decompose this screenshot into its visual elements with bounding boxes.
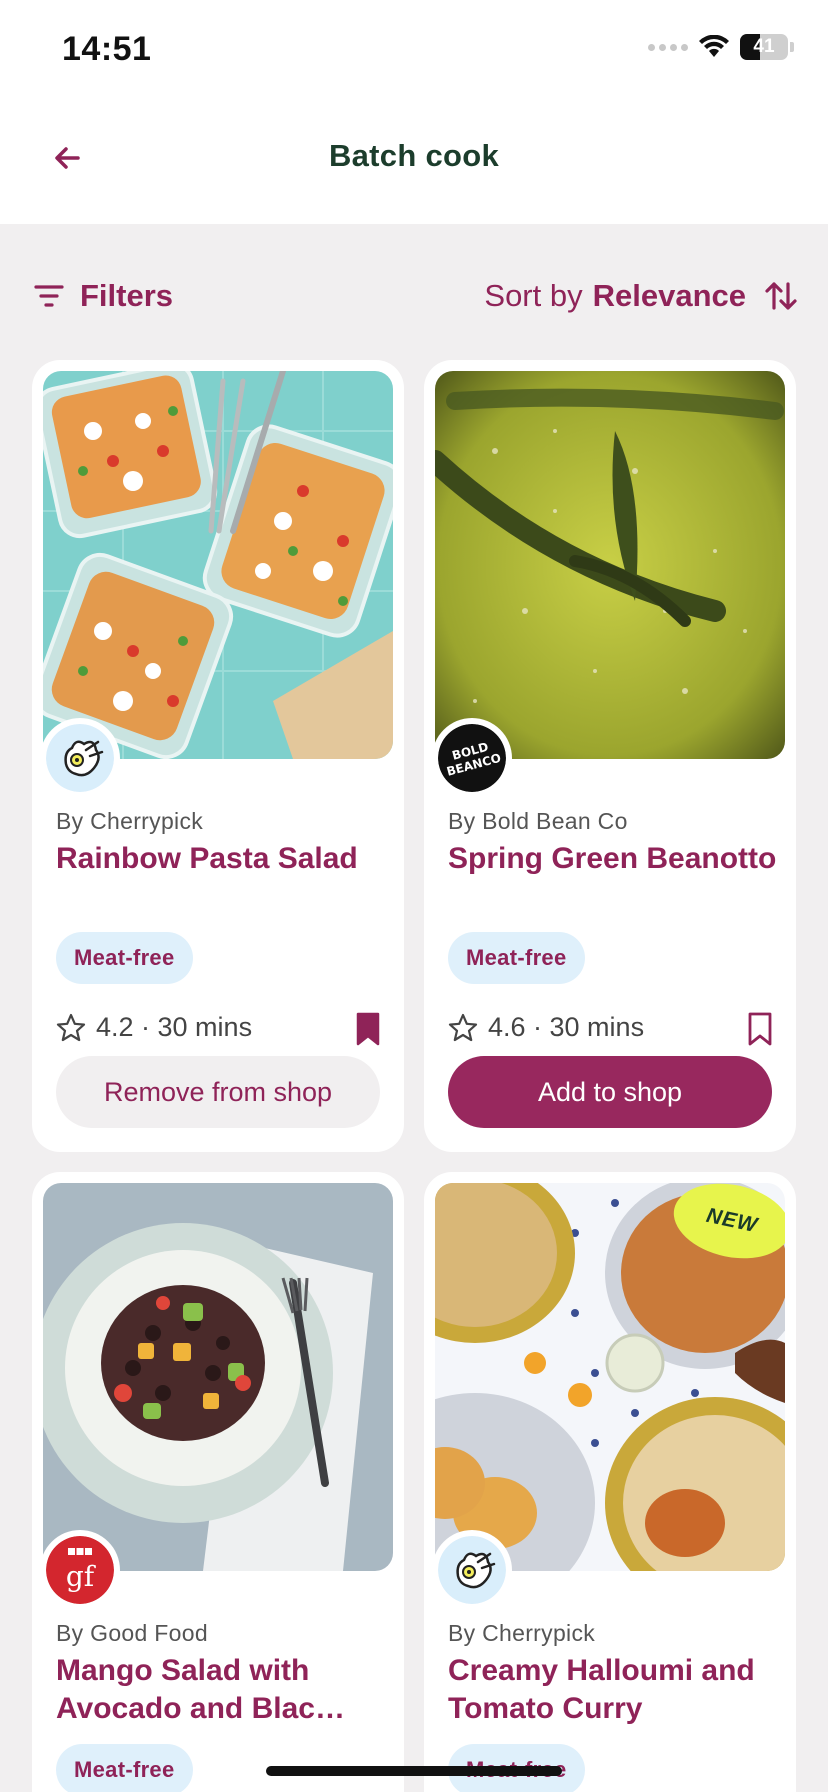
wifi-icon <box>699 35 729 57</box>
source-logo: BOLD BEANCO <box>432 718 512 798</box>
recipe-image[interactable] <box>435 371 785 759</box>
battery-tip <box>790 42 794 52</box>
recipe-card[interactable]: BOLD BEANCO By Bold Bean Co Spring Green… <box>424 360 796 1152</box>
battery-level: 41 <box>753 36 775 57</box>
bookmark-outline-icon[interactable] <box>746 1012 774 1046</box>
star-icon <box>56 1013 86 1041</box>
filter-icon <box>34 285 64 307</box>
recipe-title[interactable]: Mango Salad with Avocado and Blac… <box>56 1652 386 1728</box>
recipe-title[interactable]: Spring Green Beanotto <box>448 840 778 878</box>
bold-bean-co-logo-icon: BOLD BEANCO <box>438 724 506 792</box>
diet-tag: Meat-free <box>56 932 193 984</box>
recipe-title[interactable]: Creamy Halloumi and Tomato Curry <box>448 1652 778 1728</box>
filters-button[interactable]: Filters <box>34 278 173 314</box>
diet-tag: Meat-free <box>56 1744 193 1792</box>
cellular-signal-icon <box>648 43 688 51</box>
recipe-title[interactable]: Rainbow Pasta Salad <box>56 840 386 878</box>
remove-from-shop-button[interactable]: Remove from shop <box>56 1056 380 1128</box>
sort-arrows-icon <box>765 282 797 310</box>
recipe-source: By Cherrypick <box>56 808 204 834</box>
top-bar: 14:51 41 Batch cook <box>0 0 828 224</box>
recipe-card[interactable]: NEW By Cherrypick Creamy Halloumi and To… <box>424 1172 796 1792</box>
battery-icon: 41 <box>740 34 788 60</box>
recipe-image[interactable] <box>43 371 393 759</box>
status-icons: 41 <box>648 34 794 60</box>
sort-prefix: Sort by <box>484 278 583 313</box>
recipe-card[interactable]: gf By Good Food Mango Salad with Avocado… <box>32 1172 404 1792</box>
rating-time: 4.2 · 30 mins <box>56 1012 252 1043</box>
rating-and-duration: 4.2 · 30 mins <box>96 1012 253 1042</box>
filter-sort-bar: Filters Sort by Relevance <box>0 270 828 332</box>
source-logo <box>432 1530 512 1610</box>
filters-label: Filters <box>80 278 174 313</box>
recipe-source: By Bold Bean Co <box>448 808 628 834</box>
bookmark-filled-icon[interactable] <box>354 1012 382 1046</box>
diet-tag: Meat-free <box>448 932 585 984</box>
source-logo <box>40 718 120 798</box>
good-food-logo-icon: gf <box>46 1536 114 1604</box>
source-logo: gf <box>40 1530 120 1610</box>
cherrypick-logo-icon <box>46 724 114 792</box>
add-to-shop-button[interactable]: Add to shop <box>448 1056 772 1128</box>
home-indicator[interactable] <box>266 1766 562 1776</box>
sort-value: Relevance <box>592 278 746 313</box>
cherrypick-logo-icon <box>438 1536 506 1604</box>
recipe-image[interactable] <box>43 1183 393 1571</box>
sort-button[interactable]: Sort by Relevance <box>484 278 798 314</box>
star-icon <box>448 1013 478 1041</box>
status-time: 14:51 <box>62 30 152 68</box>
recipe-image[interactable]: NEW <box>435 1183 785 1571</box>
recipe-source: By Cherrypick <box>448 1620 596 1646</box>
recipe-source: By Good Food <box>56 1620 208 1646</box>
recipe-card[interactable]: By Cherrypick Rainbow Pasta Salad Meat-f… <box>32 360 404 1152</box>
svg-text:gf: gf <box>66 1560 97 1593</box>
rating-time: 4.6 · 30 mins <box>448 1012 644 1043</box>
page-title: Batch cook <box>328 138 500 173</box>
rating-and-duration: 4.6 · 30 mins <box>488 1012 645 1042</box>
